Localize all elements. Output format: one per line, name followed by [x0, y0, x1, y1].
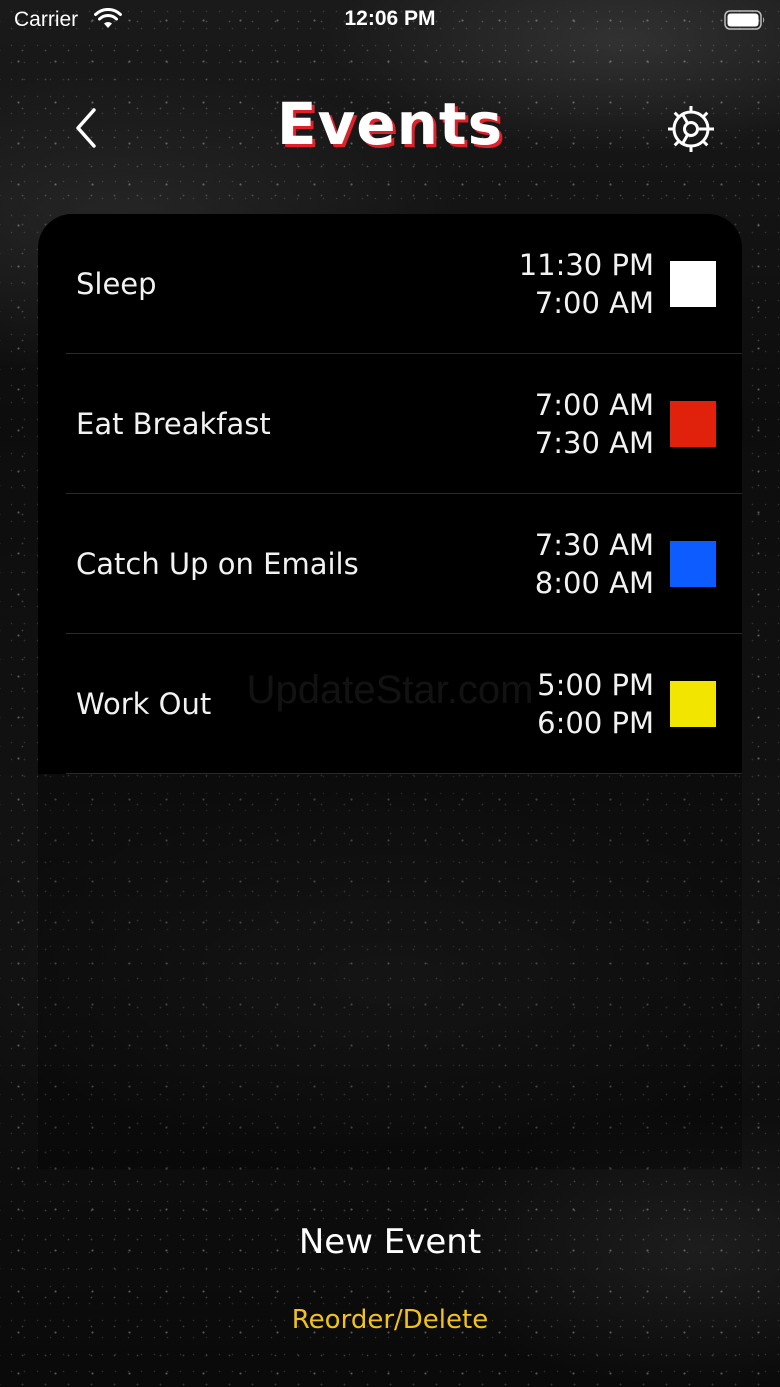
event-color-swatch: [670, 541, 716, 587]
list-empty-area: [38, 774, 742, 1169]
event-times: 5:00 PM 6:00 PM: [537, 666, 654, 742]
event-times: 7:30 AM 8:00 AM: [535, 526, 654, 602]
status-bar: Carrier 12:06 PM: [0, 0, 780, 42]
event-row-catch-up-on-emails[interactable]: Catch Up on Emails 7:30 AM 8:00 AM: [38, 494, 742, 634]
event-end-time: 8:00 AM: [534, 566, 654, 600]
row-divider: [66, 773, 742, 774]
event-start-time: 11:30 PM: [518, 248, 654, 282]
event-end-time: 7:00 AM: [534, 286, 654, 320]
event-times: 7:00 AM 7:30 AM: [535, 386, 654, 462]
event-row-sleep[interactable]: Sleep 11:30 PM 7:00 AM: [38, 214, 742, 354]
event-color-swatch: [670, 261, 716, 307]
event-start-time: 7:30 AM: [534, 528, 654, 562]
battery-icon: [724, 10, 765, 30]
page-title: Events: [276, 90, 504, 158]
events-list: Sleep 11:30 PM 7:00 AM Eat Breakfast 7:0…: [38, 214, 742, 774]
event-name: Sleep: [76, 267, 157, 301]
event-start-time: 7:00 AM: [534, 388, 654, 422]
event-row-eat-breakfast[interactable]: Eat Breakfast 7:00 AM 7:30 AM: [38, 354, 742, 494]
event-color-swatch: [670, 681, 716, 727]
event-end-time: 7:30 AM: [534, 426, 654, 460]
status-time: 12:06 PM: [344, 7, 436, 30]
settings-button[interactable]: [664, 102, 718, 156]
event-name: Work Out: [76, 687, 212, 721]
gear-icon: [668, 106, 714, 152]
event-name: Eat Breakfast: [76, 407, 271, 441]
event-end-time: 6:00 PM: [537, 706, 654, 740]
event-times: 11:30 PM 7:00 AM: [519, 246, 654, 322]
app-screen: Carrier 12:06 PM Events Sleep 11:30 PM 7…: [0, 0, 780, 1387]
new-event-button[interactable]: New Event: [0, 1222, 780, 1262]
event-name: Catch Up on Emails: [76, 547, 359, 581]
event-row-work-out[interactable]: Work Out 5:00 PM 6:00 PM: [38, 634, 742, 774]
event-start-time: 5:00 PM: [537, 668, 654, 702]
event-color-swatch: [670, 401, 716, 447]
reorder-delete-button[interactable]: Reorder/Delete: [0, 1305, 780, 1335]
